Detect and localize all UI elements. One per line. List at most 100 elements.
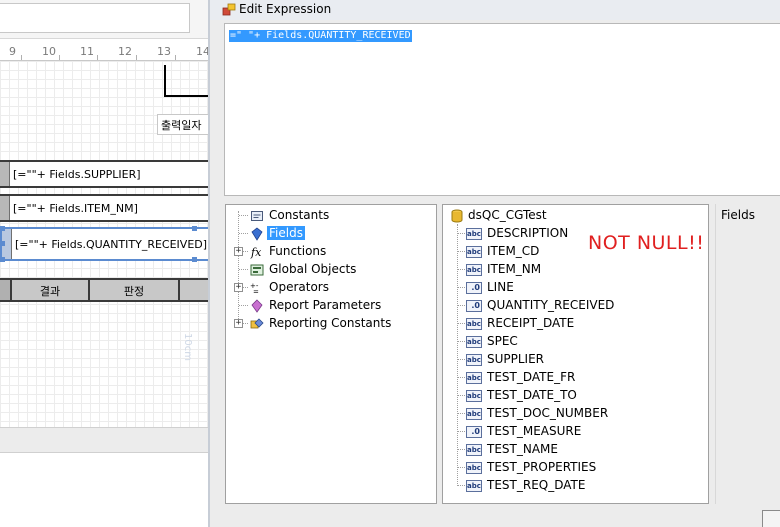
text-field-icon: abc xyxy=(466,336,482,348)
text-field-icon: abc xyxy=(466,444,482,456)
expand-icon[interactable]: + xyxy=(234,247,243,256)
report-parameters-icon xyxy=(251,299,263,313)
field-label: TEST_PROPERTIES xyxy=(487,460,597,474)
table-row-item-nm[interactable]: [=""+ Fields.ITEM_NM] xyxy=(0,194,210,222)
tree-connector xyxy=(458,431,465,432)
category-item-fields[interactable]: Fields xyxy=(226,225,426,243)
selection-handle[interactable] xyxy=(192,257,197,262)
ruler-tick xyxy=(21,55,22,60)
text-field-icon: abc xyxy=(466,462,482,474)
design-canvas[interactable]: 출력일자 [=""+ Fields.SUPPLIER] [=""+ Fields… xyxy=(0,61,210,427)
field-label: TEST_DATE_FR xyxy=(487,370,576,384)
tree-connector xyxy=(239,305,248,306)
field-item-item-nm[interactable]: abc ITEM_NM xyxy=(443,261,703,279)
field-label: RECEIPT_DATE xyxy=(487,316,575,330)
tree-connector xyxy=(458,359,465,360)
table-row-supplier[interactable]: [=""+ Fields.SUPPLIER] xyxy=(0,160,210,188)
field-label: ITEM_NM xyxy=(487,262,542,276)
field-label: SUPPLIER xyxy=(487,352,545,366)
tree-connector xyxy=(458,395,465,396)
expression-editor[interactable]: =" "+ Fields.QUANTITY_RECEIVED xyxy=(224,23,780,196)
selection-handle[interactable] xyxy=(0,257,5,262)
category-item-constants[interactable]: Constants xyxy=(226,207,426,225)
expand-icon[interactable]: + xyxy=(234,319,243,328)
dataset-name: dsQC_CGTest xyxy=(468,208,547,222)
field-label: TEST_DOC_NUMBER xyxy=(487,406,609,420)
category-item-functions[interactable]: + fx Functions xyxy=(226,243,426,261)
selection-handle[interactable] xyxy=(192,226,197,231)
field-label: TEST_NAME xyxy=(487,442,558,456)
table-header-row[interactable]: 결과 판정 xyxy=(0,278,210,302)
category-label: Constants xyxy=(269,208,330,222)
selection-handle[interactable] xyxy=(0,226,5,231)
tree-connector xyxy=(458,377,465,378)
tree-connector xyxy=(458,251,465,252)
tree-connector xyxy=(458,413,465,414)
tree-connector xyxy=(239,215,248,216)
ok-button[interactable] xyxy=(762,510,780,527)
field-item-line[interactable]: .0 LINE xyxy=(443,279,703,297)
description-title: Fields xyxy=(721,208,755,222)
field-item-test-doc-number[interactable]: abc TEST_DOC_NUMBER xyxy=(443,405,703,423)
field-item-spec[interactable]: abc SPEC xyxy=(443,333,703,351)
tree-connector xyxy=(458,467,465,468)
field-item-test-date-fr[interactable]: abc TEST_DATE_FR xyxy=(443,369,703,387)
category-tree[interactable]: Constants Fields + fx Functions Global O… xyxy=(225,204,437,504)
category-label: Operators xyxy=(269,280,329,294)
category-item-reporting-constants[interactable]: + Reporting Constants xyxy=(226,315,426,333)
field-item-test-measure[interactable]: .0 TEST_MEASURE xyxy=(443,423,703,441)
cell-expression: [=""+ Fields.QUANTITY_RECEIVED] xyxy=(15,238,208,251)
horizontal-ruler: 9 10 11 12 13 14 xyxy=(0,42,210,61)
row-handle[interactable] xyxy=(0,196,10,220)
description-panel: Fields xyxy=(715,204,780,504)
numeric-field-icon: .0 xyxy=(466,426,482,438)
field-item-receipt-date[interactable]: abc RECEIPT_DATE xyxy=(443,315,703,333)
field-label: TEST_DATE_TO xyxy=(487,388,577,402)
selection-handle[interactable] xyxy=(0,241,5,246)
print-date-textbox[interactable]: 출력일자 xyxy=(157,114,210,135)
operators-icon: +- = xyxy=(250,282,259,295)
category-label: Global Objects xyxy=(269,262,357,276)
tree-connector xyxy=(458,287,465,288)
report-designer: 9 10 11 12 13 14 출력일자 [=""+ Fields.SUPPL… xyxy=(0,0,210,527)
field-item-test-properties[interactable]: abc TEST_PROPERTIES xyxy=(443,459,703,477)
text-field-icon: abc xyxy=(466,354,482,366)
tree-connector xyxy=(239,269,248,270)
header-stub xyxy=(0,280,12,300)
text-field-icon: abc xyxy=(466,372,482,384)
category-item-global-objects[interactable]: Global Objects xyxy=(226,261,426,279)
category-label: Fields xyxy=(267,226,305,240)
field-item-test-date-to[interactable]: abc TEST_DATE_TO xyxy=(443,387,703,405)
category-label: Functions xyxy=(269,244,327,258)
category-item-operators[interactable]: + +- = Operators xyxy=(226,279,426,297)
ruler-label: 12 xyxy=(118,45,132,58)
text-field-icon: abc xyxy=(466,390,482,402)
category-label: Report Parameters xyxy=(269,298,382,312)
edit-expression-dialog: Edit Expression =" "+ Fields.QUANTITY_RE… xyxy=(208,0,780,527)
expression-text-selected: =" "+ Fields.QUANTITY_RECEIVED xyxy=(229,30,412,42)
ruler-label: 9 xyxy=(9,45,16,58)
tree-connector xyxy=(458,449,465,450)
field-item-supplier[interactable]: abc SUPPLIER xyxy=(443,351,703,369)
tree-connector xyxy=(458,269,465,270)
category-item-report-parameters[interactable]: Report Parameters xyxy=(226,297,426,315)
dataset-node[interactable]: dsQC_CGTest xyxy=(443,207,703,225)
expand-icon[interactable]: + xyxy=(234,283,243,292)
text-field-icon: abc xyxy=(466,318,482,330)
ruler-tick xyxy=(136,55,137,60)
row-handle[interactable] xyxy=(0,162,10,186)
header-cell-judgement[interactable]: 판정 xyxy=(90,280,180,300)
field-item-test-name[interactable]: abc TEST_NAME xyxy=(443,441,703,459)
field-item-test-req-date[interactable]: abc TEST_REQ_DATE xyxy=(443,477,703,495)
function-icon: fx xyxy=(250,246,262,259)
table-row-quantity-received[interactable]: [=""+ Fields.QUANTITY_RECEIVED] xyxy=(0,226,210,262)
header-cell-result[interactable]: 결과 xyxy=(12,280,90,300)
field-item-quantity-received[interactable]: .0 QUANTITY_RECEIVED xyxy=(443,297,703,315)
tree-connector xyxy=(458,323,465,324)
dialog-title-bar[interactable]: Edit Expression xyxy=(210,0,780,20)
expression-window-icon xyxy=(222,3,236,16)
table-border-line xyxy=(164,65,210,97)
tree-connector xyxy=(458,233,465,234)
cell-expression: [=""+ Fields.SUPPLIER] xyxy=(13,168,141,181)
tree-connector xyxy=(458,305,465,306)
